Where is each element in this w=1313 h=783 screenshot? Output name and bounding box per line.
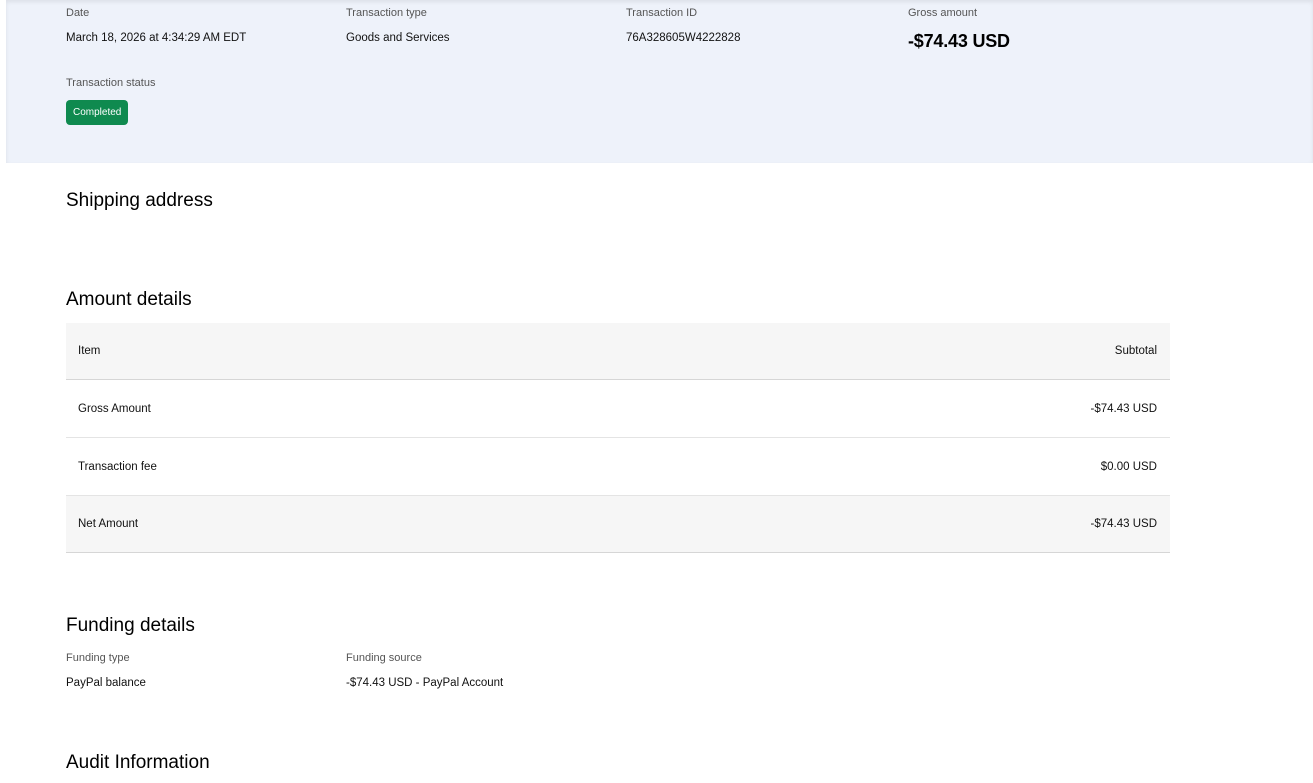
amount-details-table: Item Subtotal Gross Amount -$74.43 USD T…	[66, 323, 1170, 553]
column-header-item: Item	[78, 345, 101, 357]
table-header-row: Item Subtotal	[66, 323, 1170, 380]
status-badge: Completed	[66, 100, 129, 125]
row-item-transaction-fee: Transaction fee	[78, 460, 157, 473]
row-item-gross-amount: Gross Amount	[78, 402, 151, 415]
row-item-net-amount: Net Amount	[78, 518, 139, 530]
date-value: March 18, 2026 at 4:34:29 AM EDT	[66, 32, 247, 44]
funding-source-label: Funding source	[346, 652, 422, 664]
gross-amount-label: Gross amount	[908, 7, 978, 19]
table-row: Transaction fee $0.00 USD	[66, 438, 1170, 496]
funding-type-label: Funding type	[66, 652, 130, 664]
row-subtotal-gross-amount: -$74.43 USD	[1090, 402, 1157, 415]
shipping-address-heading: Shipping address	[66, 190, 213, 211]
transaction-status-label: Transaction status	[66, 77, 156, 89]
table-row: Gross Amount -$74.43 USD	[66, 380, 1170, 438]
funding-source-value: -$74.43 USD - PayPal Account	[346, 677, 504, 689]
transaction-type-value: Goods and Services	[346, 32, 450, 44]
audit-information-heading: Audit Information	[66, 752, 210, 773]
funding-details-heading: Funding details	[66, 615, 195, 636]
transaction-id-label: Transaction ID	[626, 7, 698, 19]
row-subtotal-transaction-fee: $0.00 USD	[1100, 460, 1157, 473]
table-row: Net Amount -$74.43 USD	[66, 496, 1170, 553]
transaction-type-label: Transaction type	[346, 7, 427, 19]
gross-amount-value: -$74.43 USD	[908, 31, 1010, 51]
transaction-id-value: 76A328605W4222828	[626, 32, 741, 44]
transaction-summary-panel: Date March 18, 2026 at 4:34:29 AM EDT Tr…	[6, 0, 1313, 163]
column-header-subtotal: Subtotal	[1114, 345, 1157, 357]
date-label: Date	[66, 7, 90, 19]
amount-details-heading: Amount details	[66, 289, 192, 310]
row-subtotal-net-amount: -$74.43 USD	[1090, 518, 1157, 530]
funding-type-value: PayPal balance	[66, 677, 146, 689]
